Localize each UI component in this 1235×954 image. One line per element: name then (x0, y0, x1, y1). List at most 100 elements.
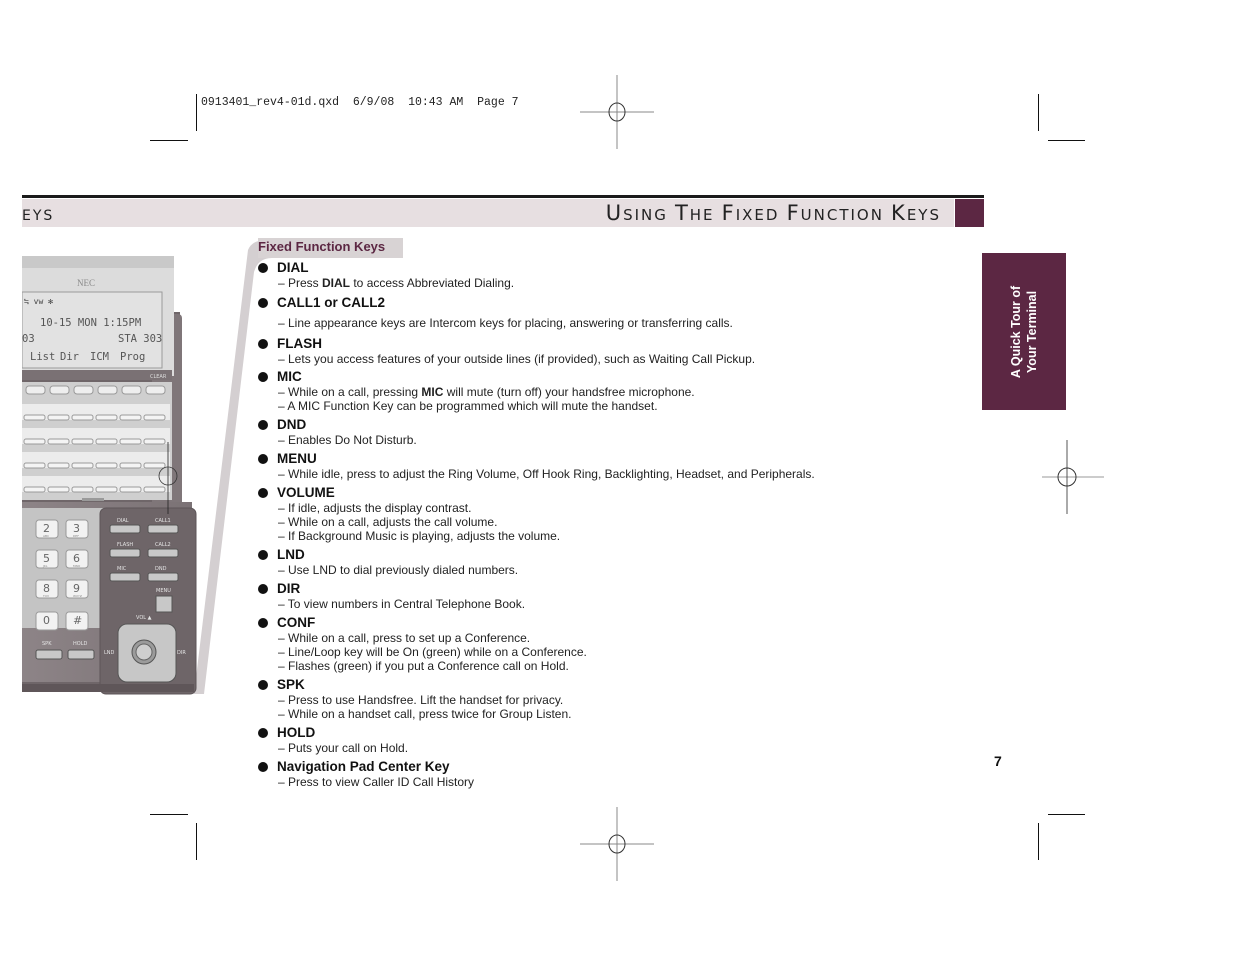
line-key (71, 414, 94, 421)
key-description: – Enables Do Not Disturb. (278, 433, 417, 447)
clear-label: CLEAR (150, 374, 167, 380)
dialpad-letters: JKL (42, 564, 48, 568)
crop-mark (150, 814, 188, 815)
soft-key (97, 385, 118, 395)
soft-key (25, 385, 46, 395)
bullet-icon (258, 262, 268, 273)
key-item: HOLD – Puts your call on Hold. (258, 724, 898, 755)
line-key (71, 462, 94, 469)
line-key (47, 462, 70, 469)
dialpad-letters: DEF (73, 534, 79, 538)
key-name: DND (277, 417, 307, 432)
line-key (119, 438, 142, 445)
key-item: DND – Enables Do Not Disturb. (258, 416, 898, 447)
registration-mark-icon (580, 75, 654, 149)
lcd-line2-right: STA 303 (118, 333, 162, 345)
key-emphasis: DIAL (322, 276, 351, 290)
softkey-label: List (30, 351, 55, 363)
key-heading: DND (258, 416, 898, 433)
bullet-icon (258, 679, 268, 690)
registration-mark-icon (580, 807, 654, 881)
soft-key (121, 385, 142, 395)
fixed-key-label: CALL2 (155, 542, 171, 548)
menu-key (155, 595, 173, 613)
bullet-icon (258, 453, 268, 464)
slug-date: 6/9/08 (352, 96, 395, 109)
bullet-icon (258, 297, 268, 308)
key-description: – If idle, adjusts the display contrast. (278, 501, 472, 515)
key-heading: MENU (258, 450, 898, 467)
key-heading: SPK (258, 676, 898, 693)
key-description: – Lets you access features of your outsi… (278, 352, 756, 366)
spk-key-label: SPK (42, 641, 52, 647)
key-heading: HOLD (258, 724, 898, 741)
soft-key (49, 385, 70, 395)
section-heading: Fixed Function Keys (258, 239, 386, 254)
title-word: FIXED (721, 201, 780, 225)
key-description: – Line/Loop key will be On (green) while… (278, 645, 587, 659)
key-heading: DIR (258, 580, 898, 597)
dialpad-digit: 0 (43, 614, 50, 627)
fixed-key (147, 572, 179, 582)
header-left-fragment: EYS (22, 208, 55, 224)
softkey-label: Dir (60, 351, 79, 363)
title-word: KEYS (891, 201, 941, 225)
key-heading: MIC (258, 368, 898, 385)
key-item: SPK – Press to use Handsfree. Lift the ha… (258, 676, 898, 721)
fixed-key-label: MIC (117, 566, 127, 572)
page-title: USING THE FIXED FUNCTION KEYS (606, 201, 941, 225)
bullet-icon (258, 583, 268, 594)
key-description: – If Background Music is playing, adjust… (278, 529, 561, 543)
phone-illustration: NEC ≒ vw ✻ 10-15 MON 1:15PM 03 STA 303 L… (22, 240, 282, 695)
key-emphasis: MIC (421, 385, 444, 399)
key-item: VOLUME – If idle, adjusts the display con… (258, 484, 898, 543)
key-heading: FLASH (258, 335, 898, 352)
line-key (143, 438, 166, 445)
bullet-icon (258, 617, 268, 628)
key-heading: CONF (258, 614, 898, 631)
registration-mark-icon (1042, 440, 1104, 514)
key-name: HOLD (277, 725, 316, 740)
key-name: LND (277, 547, 305, 562)
line-key (143, 462, 166, 469)
slug-line: 0913401_rev4-01d.qxd 6/9/08 10:43 AM Pag… (201, 96, 519, 109)
bullet-icon (258, 419, 268, 430)
fixed-key-label: FLASH (117, 542, 133, 548)
svg-text:≒ vw ✻: ≒ vw ✻ (24, 297, 53, 306)
dialpad-letters: ABC (43, 534, 49, 538)
title-word: FUNCTION (786, 201, 884, 225)
bullet-icon (258, 549, 268, 560)
key-description: – Flashes (green) if you put a Conferenc… (278, 659, 569, 673)
crop-mark (1048, 140, 1085, 141)
line-key (71, 438, 94, 445)
side-tab-line2: Your Terminal (1025, 290, 1039, 373)
key-item: DIR – To view numbers in Central Telephon… (258, 580, 898, 611)
key-description: – To view numbers in Central Telephone B… (278, 597, 526, 611)
line-key (95, 438, 118, 445)
slug-time: 10:43 AM (408, 96, 464, 109)
key-heading: Navigation Pad Center Key (258, 758, 898, 775)
crop-mark (196, 823, 197, 860)
key-name: FLASH (277, 336, 322, 351)
key-description: – Press to use Handsfree. Lift the hands… (278, 693, 564, 707)
title-word: USING (605, 201, 668, 225)
line-key (119, 486, 142, 493)
fixed-key (147, 548, 179, 558)
key-item: LND – Use LND to dial previously dialed n… (258, 546, 898, 577)
key-description: – Line appearance keys are Intercom keys… (278, 316, 733, 330)
key-item: CONF – While on a call, press to set up a… (258, 614, 898, 673)
key-heading: DIAL (258, 259, 898, 276)
key-name: VOLUME (277, 485, 335, 500)
soft-key (145, 385, 166, 395)
line-key (23, 438, 46, 445)
key-item: Navigation Pad Center Key – Press to view… (258, 758, 898, 789)
lcd-line2-left: 03 (22, 333, 35, 345)
hold-key-label: HOLD (73, 641, 87, 647)
key-description: – While on a call, adjusts the call volu… (278, 515, 498, 529)
soft-key (73, 385, 94, 395)
title-word: THE (674, 201, 715, 225)
key-description: – Press DIAL to access Abbreviated Diali… (278, 276, 515, 290)
key-name: Navigation Pad Center Key (277, 759, 450, 774)
line-key (23, 462, 46, 469)
dialpad-letters: WXYZ (73, 594, 82, 598)
